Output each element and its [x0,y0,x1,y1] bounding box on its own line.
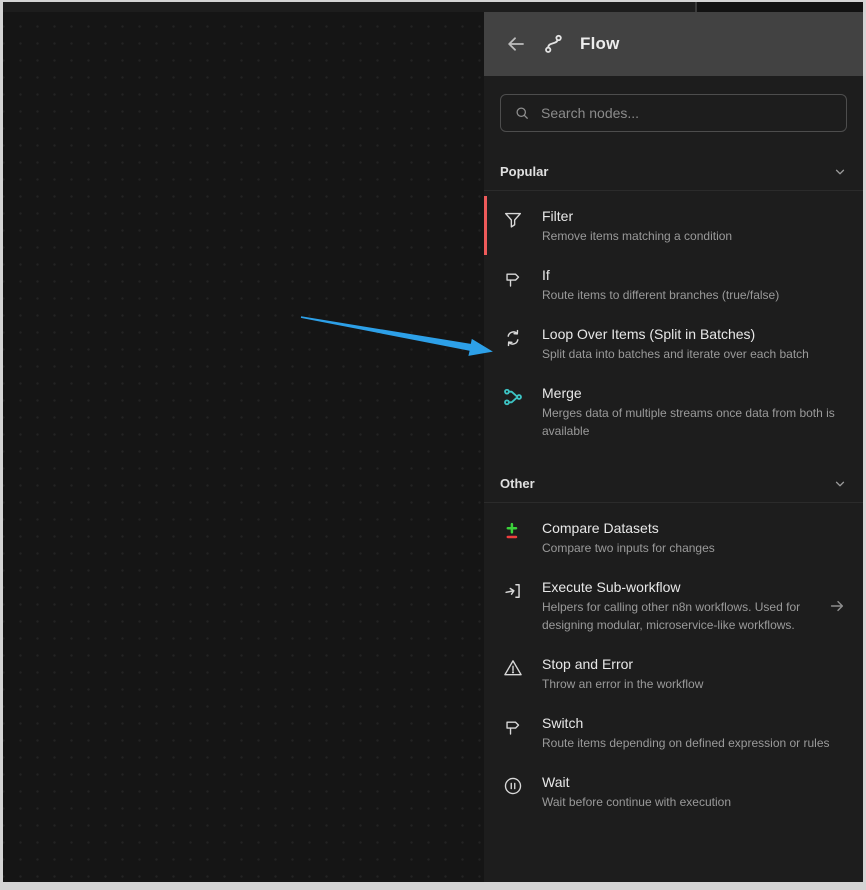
search-box[interactable] [500,94,847,132]
signpost-icon [500,265,526,290]
node-item-description: Helpers for calling other n8n workflows.… [542,598,807,634]
chevron-down-icon [833,165,847,179]
section-label: Popular [500,164,548,179]
node-item-title: If [542,265,847,285]
search-input[interactable] [541,105,834,121]
window-top-bar [3,2,863,12]
node-item-description: Wait before continue with execution [542,793,847,811]
node-item-title: Execute Sub-workflow [542,577,807,597]
loop-icon [500,324,526,349]
other-items-list: Compare Datasets Compare two inputs for … [484,508,863,821]
node-item-if[interactable]: If Route items to different branches (tr… [484,255,863,314]
node-item-description: Route items depending on defined express… [542,734,847,752]
node-item-title: Filter [542,206,847,226]
section-header-other[interactable]: Other [484,476,863,503]
signpost-icon [500,713,526,738]
node-item-description: Split data into batches and iterate over… [542,345,847,363]
back-arrow-icon[interactable] [504,32,528,56]
compare-datasets-icon [500,518,526,543]
node-item-title: Merge [542,383,847,403]
node-item-description: Route items to different branches (true/… [542,286,847,304]
node-item-title: Stop and Error [542,654,847,674]
node-item-compare-datasets[interactable]: Compare Datasets Compare two inputs for … [484,508,863,567]
warning-triangle-icon [500,654,526,679]
node-item-description: Compare two inputs for changes [542,539,847,557]
top-bar-left-segment [3,2,695,12]
top-bar-divider [695,2,697,12]
panel-body: Popular [484,76,863,882]
node-item-loop-over-items[interactable]: Loop Over Items (Split in Batches) Split… [484,314,863,373]
section-header-popular[interactable]: Popular [484,164,863,191]
search-icon [513,104,531,122]
node-item-description: Remove items matching a condition [542,227,847,245]
node-item-description: Merges data of multiple streams once dat… [542,404,847,440]
workflow-canvas[interactable] [3,12,484,882]
section-label: Other [500,476,535,491]
panel-title: Flow [580,34,620,54]
node-item-merge[interactable]: Merge Merges data of multiple streams on… [484,373,863,450]
nodes-panel: Flow Popular [484,12,863,882]
filter-icon [500,206,526,231]
node-item-switch[interactable]: Switch Route items depending on defined … [484,703,863,762]
node-item-title: Loop Over Items (Split in Batches) [542,324,847,344]
node-item-title: Wait [542,772,847,792]
node-item-execute-subworkflow[interactable]: Execute Sub-workflow Helpers for calling… [484,567,863,644]
chevron-down-icon [833,477,847,491]
merge-icon [500,383,526,408]
node-item-title: Compare Datasets [542,518,847,538]
top-bar-right-segment [697,2,863,12]
node-item-title: Switch [542,713,847,733]
node-item-wait[interactable]: Wait Wait before continue with execution [484,762,863,821]
app-window: Flow Popular [3,2,863,882]
panel-header: Flow [484,12,863,76]
node-item-description: Throw an error in the workflow [542,675,847,693]
arrow-into-bracket-icon [500,577,526,602]
node-item-stop-and-error[interactable]: Stop and Error Throw an error in the wor… [484,644,863,703]
submenu-arrow-icon[interactable] [823,596,847,616]
popular-items-list: Filter Remove items matching a condition… [484,196,863,450]
pause-circle-icon [500,772,526,797]
node-item-filter[interactable]: Filter Remove items matching a condition [484,196,863,255]
flow-category-icon [542,32,566,56]
